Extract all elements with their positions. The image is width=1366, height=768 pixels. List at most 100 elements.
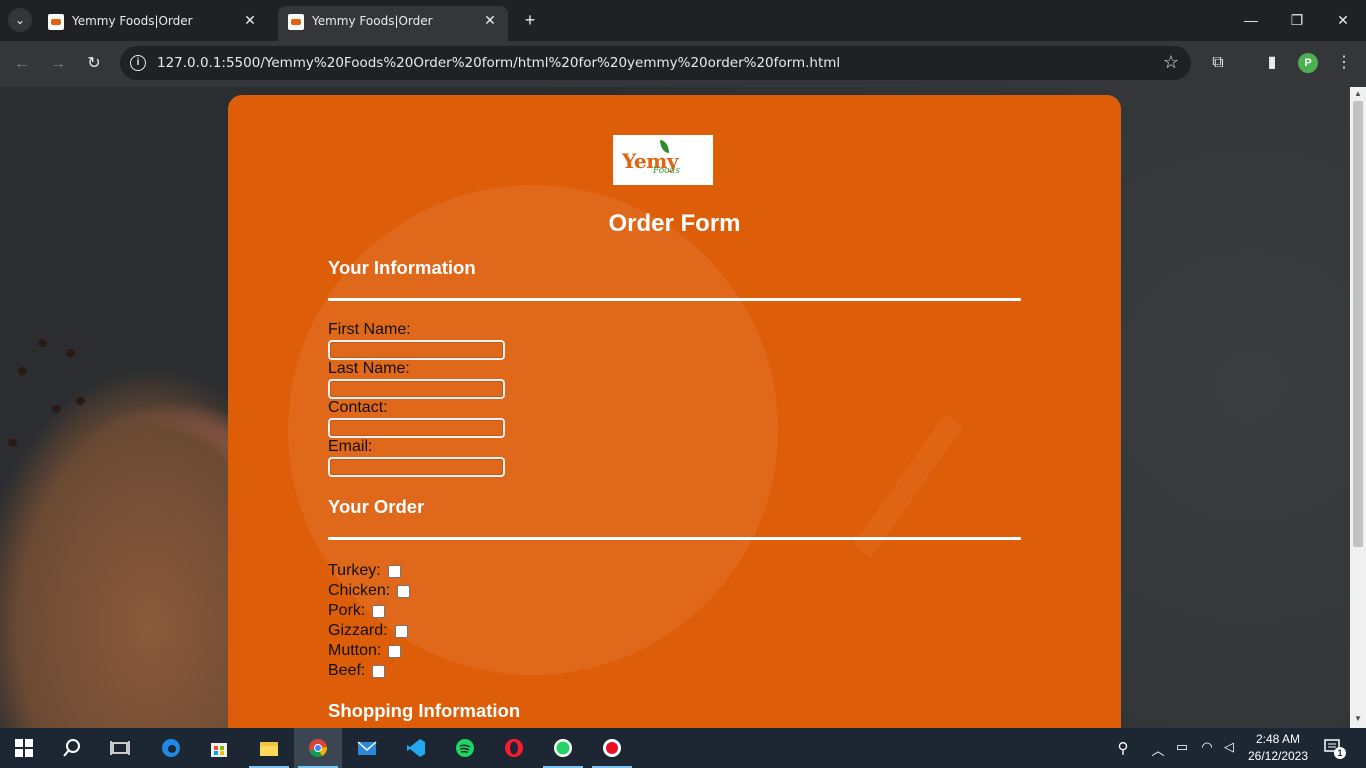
browser-toolbar: ← → ↻ i 127.0.0.1:5500/Yemmy%20Foods%20O… <box>0 41 1366 87</box>
recorder-app[interactable] <box>588 728 636 768</box>
pork-checkbox[interactable] <box>372 604 386 618</box>
whatsapp-app[interactable] <box>539 728 587 768</box>
spotify-app[interactable] <box>441 728 489 768</box>
extensions-icon[interactable]: ⧉ <box>1207 52 1229 74</box>
page-scrollbar[interactable]: ▲ ▼ <box>1350 87 1366 728</box>
vscode-icon <box>407 739 425 757</box>
arrow-right-icon: → <box>50 55 66 72</box>
clock-date[interactable]: 26/12/2023 <box>1244 749 1312 763</box>
store-app[interactable] <box>195 728 243 768</box>
pepper-decoration <box>66 349 75 357</box>
address-bar[interactable]: i 127.0.0.1:5500/Yemmy%20Foods%20Order%2… <box>120 46 1191 80</box>
arrow-left-icon: ← <box>14 55 30 72</box>
section-divider <box>328 298 1021 301</box>
plus-icon: + <box>524 10 536 30</box>
order-item-chicken: Chicken: <box>328 582 411 600</box>
close-window-button[interactable]: ✕ <box>1320 6 1366 34</box>
menu-icon[interactable]: ⋮ <box>1333 52 1355 74</box>
item-label: Mutton: <box>328 642 382 659</box>
order-item-mutton: Mutton: <box>328 642 402 660</box>
restore-icon: ❐ <box>1290 12 1304 28</box>
side-panel-icon[interactable]: ▮ <box>1261 52 1283 74</box>
battery-icon[interactable]: ▭ <box>1173 739 1191 755</box>
browser-tab-2[interactable]: Yemmy Foods|Order ✕ <box>278 6 508 41</box>
chicken-checkbox[interactable] <box>397 584 411 598</box>
page-title: Order Form <box>608 210 741 237</box>
pepper-decoration <box>76 397 85 405</box>
order-item-beef: Beef: <box>328 662 386 680</box>
wifi-icon[interactable]: ◠ <box>1198 739 1216 755</box>
favicon-icon <box>48 14 64 30</box>
task-view-button[interactable] <box>96 728 144 768</box>
order-item-turkey: Turkey: <box>328 562 401 580</box>
opera-icon <box>505 739 523 757</box>
search-button[interactable] <box>48 728 96 768</box>
windows-taskbar: ⚲ ︿ ▭ ◠ ◁ 2:48 AM 26/12/2023 1 <box>0 728 1366 768</box>
chrome-app[interactable] <box>294 728 342 768</box>
yemy-foods-logo: Yemy Foods <box>613 135 713 185</box>
volume-icon[interactable]: ◁ <box>1220 739 1238 755</box>
mail-icon <box>357 741 377 755</box>
scroll-up-icon[interactable]: ▲ <box>1354 90 1362 98</box>
star-icon[interactable]: ☆ <box>1163 52 1179 73</box>
clock-time[interactable]: 2:48 AM <box>1244 732 1312 746</box>
contact-label: Contact: <box>328 399 388 416</box>
people-icon[interactable]: ⚲ <box>1113 739 1133 757</box>
start-button[interactable] <box>0 728 48 768</box>
reload-button[interactable]: ↻ <box>81 51 107 77</box>
close-icon[interactable]: ✕ <box>480 11 500 31</box>
info-icon[interactable]: i <box>130 55 146 71</box>
store-icon <box>211 743 227 757</box>
edge-app[interactable] <box>147 728 195 768</box>
mutton-checkbox[interactable] <box>388 644 402 658</box>
restore-button[interactable]: ❐ <box>1274 6 1320 34</box>
notification-center-button[interactable]: 1 <box>1324 738 1346 759</box>
first-name-input[interactable] <box>328 340 505 360</box>
whatsapp-icon <box>554 739 572 757</box>
start-icon <box>15 739 33 757</box>
pepper-decoration <box>18 367 27 375</box>
chrome-icon <box>309 739 328 757</box>
spotify-icon <box>456 739 474 757</box>
tab-search-button[interactable]: ⌄ <box>8 8 32 32</box>
file-explorer-icon <box>260 742 278 756</box>
logo-subtext: Foods <box>653 166 680 176</box>
browser-tab-1[interactable]: Yemmy Foods|Order ✕ <box>38 6 268 41</box>
email-input[interactable] <box>328 457 505 477</box>
turkey-checkbox[interactable] <box>387 564 401 578</box>
order-form-card: Yemy Foods Order Form Your Information F… <box>228 95 1121 728</box>
search-icon <box>63 739 80 757</box>
tab-title: Yemmy Foods|Order <box>72 14 193 28</box>
order-item-pork: Pork: <box>328 602 386 620</box>
minimize-button[interactable]: — <box>1228 6 1274 34</box>
page-viewport: Yemy Foods Order Form Your Information F… <box>0 87 1350 728</box>
tab-title: Yemmy Foods|Order <box>312 14 433 28</box>
recorder-icon <box>603 739 621 757</box>
beef-checkbox[interactable] <box>372 664 386 678</box>
edge-icon <box>162 739 180 757</box>
reload-icon: ↻ <box>87 55 101 72</box>
notification-count: 1 <box>1334 747 1346 759</box>
item-label: Beef: <box>328 662 366 679</box>
vscode-app[interactable] <box>392 728 440 768</box>
pepper-decoration <box>52 405 61 413</box>
tab-strip: ⌄ Yemmy Foods|Order ✕ Yemmy Foods|Order … <box>0 0 1366 41</box>
mail-app[interactable] <box>343 728 391 768</box>
section-title-information: Your Information <box>328 257 476 278</box>
gizzard-checkbox[interactable] <box>394 624 408 638</box>
avatar[interactable]: P <box>1298 53 1318 73</box>
url-text[interactable]: 127.0.0.1:5500/Yemmy%20Foods%20Order%20f… <box>157 55 840 71</box>
scroll-down-icon[interactable]: ▼ <box>1354 715 1362 723</box>
contact-input[interactable] <box>328 418 505 438</box>
scrollbar-thumb[interactable] <box>1353 101 1363 547</box>
close-icon[interactable]: ✕ <box>240 11 260 31</box>
item-label: Turkey: <box>328 562 381 579</box>
opera-app[interactable] <box>490 728 538 768</box>
new-tab-button[interactable]: + <box>518 8 542 32</box>
forward-button[interactable]: → <box>45 51 71 77</box>
chevron-up-icon[interactable]: ︿ <box>1150 740 1166 759</box>
section-divider <box>328 537 1021 540</box>
last-name-input[interactable] <box>328 379 505 399</box>
file-explorer-app[interactable] <box>245 728 293 768</box>
back-button[interactable]: ← <box>9 51 35 77</box>
